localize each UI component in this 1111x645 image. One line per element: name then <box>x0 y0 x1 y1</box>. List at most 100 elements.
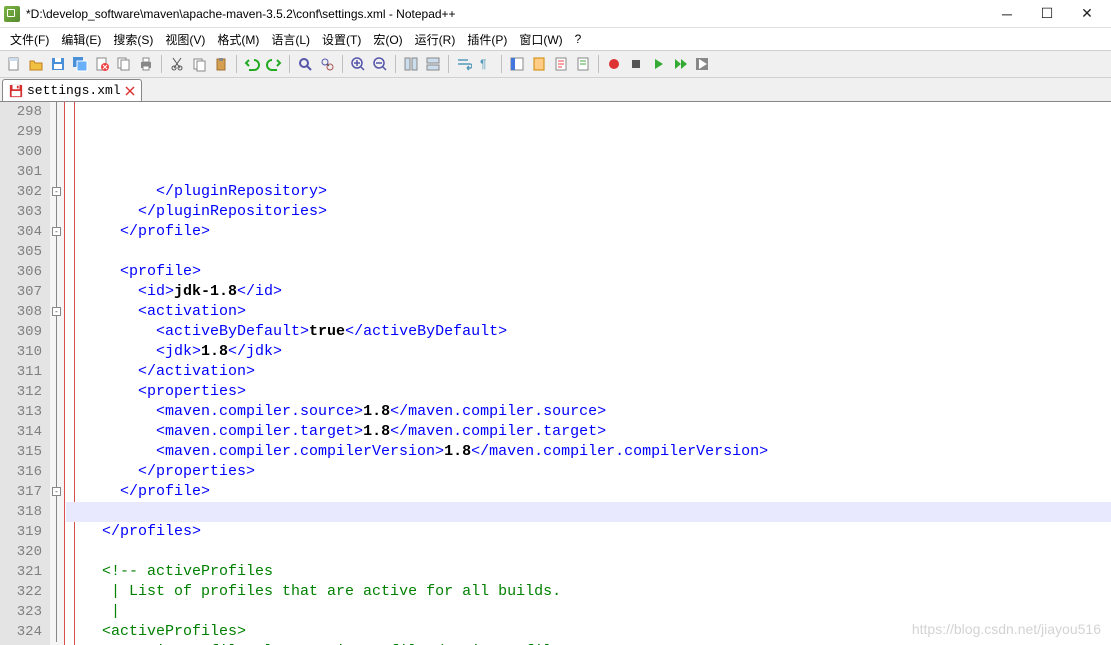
zoom-in-icon[interactable] <box>348 54 368 74</box>
line-number: 322 <box>0 582 42 602</box>
sync-v-icon[interactable] <box>401 54 421 74</box>
code-line[interactable]: </activation> <box>66 362 1111 382</box>
menu-?[interactable]: ? <box>569 30 588 48</box>
tab-close-icon[interactable] <box>125 86 135 96</box>
line-number: 314 <box>0 422 42 442</box>
menu-宏(O)[interactable]: 宏(O) <box>367 29 408 50</box>
window-title: *D:\develop_software\maven\apache-maven-… <box>26 7 987 21</box>
line-number: 319 <box>0 522 42 542</box>
code-line[interactable]: <profile> <box>66 262 1111 282</box>
code-line[interactable]: </profile> <box>66 482 1111 502</box>
line-number: 312 <box>0 382 42 402</box>
wordwrap-icon[interactable] <box>454 54 474 74</box>
code-line[interactable]: <id>jdk-1.8</id> <box>66 282 1111 302</box>
code-line[interactable]: </pluginRepositories> <box>66 202 1111 222</box>
save-all-icon[interactable] <box>70 54 90 74</box>
maximize-button[interactable]: ☐ <box>1027 0 1067 28</box>
code-area[interactable]: </pluginRepository> </pluginRepositories… <box>64 102 1111 645</box>
code-line[interactable] <box>66 242 1111 262</box>
save-macro-icon[interactable] <box>692 54 712 74</box>
menu-运行(R)[interactable]: 运行(R) <box>409 29 462 50</box>
find-icon[interactable] <box>295 54 315 74</box>
menu-语言(L)[interactable]: 语言(L) <box>265 29 316 50</box>
close-button[interactable]: ✕ <box>1067 0 1107 28</box>
fold-toggle-icon[interactable]: - <box>52 487 61 496</box>
code-line[interactable]: </properties> <box>66 462 1111 482</box>
line-number: 311 <box>0 362 42 382</box>
line-number: 318 <box>0 502 42 522</box>
window-controls: ─ ☐ ✕ <box>987 0 1107 28</box>
menu-编辑(E)[interactable]: 编辑(E) <box>55 29 107 50</box>
toolbar: ¶ <box>0 50 1111 78</box>
open-file-icon[interactable] <box>26 54 46 74</box>
separator <box>236 55 237 73</box>
indent-guide-icon[interactable] <box>507 54 527 74</box>
line-number: 320 <box>0 542 42 562</box>
sync-h-icon[interactable] <box>423 54 443 74</box>
line-number: 300 <box>0 142 42 162</box>
replace-icon[interactable] <box>317 54 337 74</box>
minimize-button[interactable]: ─ <box>987 0 1027 28</box>
editor[interactable]: 2982993003013023033043053063073083093103… <box>0 102 1111 645</box>
undo-icon[interactable] <box>242 54 262 74</box>
stop-macro-icon[interactable] <box>626 54 646 74</box>
code-line[interactable] <box>66 502 1111 522</box>
fold-toggle-icon[interactable]: - <box>52 307 61 316</box>
close-file-icon[interactable] <box>92 54 112 74</box>
new-file-icon[interactable] <box>4 54 24 74</box>
line-number: 323 <box>0 602 42 622</box>
function-list-icon[interactable] <box>551 54 571 74</box>
menu-设置(T)[interactable]: 设置(T) <box>316 29 367 50</box>
code-line[interactable]: <jdk>1.8</jdk> <box>66 342 1111 362</box>
record-macro-icon[interactable] <box>604 54 624 74</box>
menu-搜索(S)[interactable]: 搜索(S) <box>107 29 159 50</box>
code-line[interactable]: <maven.compiler.source>1.8</maven.compil… <box>66 402 1111 422</box>
line-number: 307 <box>0 282 42 302</box>
line-number: 315 <box>0 442 42 462</box>
line-number: 303 <box>0 202 42 222</box>
code-line[interactable]: </pluginRepository> <box>66 182 1111 202</box>
zoom-out-icon[interactable] <box>370 54 390 74</box>
code-line[interactable]: | List of profiles that are active for a… <box>66 582 1111 602</box>
line-number: 317 <box>0 482 42 502</box>
doc-map-icon[interactable] <box>529 54 549 74</box>
line-number: 316 <box>0 462 42 482</box>
line-number: 302 <box>0 182 42 202</box>
copy-icon[interactable] <box>189 54 209 74</box>
line-number: 306 <box>0 262 42 282</box>
menu-格式(M)[interactable]: 格式(M) <box>211 29 265 50</box>
fold-toggle-icon[interactable]: - <box>52 187 61 196</box>
code-line[interactable]: </profile> <box>66 222 1111 242</box>
code-line[interactable]: <!-- activeProfiles <box>66 562 1111 582</box>
watermark: https://blog.csdn.net/jiayou516 <box>912 621 1101 637</box>
save-icon[interactable] <box>48 54 68 74</box>
paste-icon[interactable] <box>211 54 231 74</box>
code-line[interactable]: <properties> <box>66 382 1111 402</box>
print-icon[interactable] <box>136 54 156 74</box>
fold-toggle-icon[interactable]: - <box>52 227 61 236</box>
menu-视图(V)[interactable]: 视图(V) <box>159 29 211 50</box>
code-line[interactable]: </profiles> <box>66 522 1111 542</box>
show-all-icon[interactable]: ¶ <box>476 54 496 74</box>
play-macro-icon[interactable] <box>648 54 668 74</box>
cut-icon[interactable] <box>167 54 187 74</box>
menu-窗口(W)[interactable]: 窗口(W) <box>513 29 568 50</box>
menu-文件(F)[interactable]: 文件(F) <box>4 29 55 50</box>
separator <box>161 55 162 73</box>
menu-插件(P)[interactable]: 插件(P) <box>461 29 513 50</box>
code-line[interactable]: <activeByDefault>true</activeByDefault> <box>66 322 1111 342</box>
line-number: 321 <box>0 562 42 582</box>
line-number: 310 <box>0 342 42 362</box>
play-multi-icon[interactable] <box>670 54 690 74</box>
code-line[interactable]: <maven.compiler.compilerVersion>1.8</mav… <box>66 442 1111 462</box>
code-line[interactable]: <activation> <box>66 302 1111 322</box>
code-line[interactable] <box>66 542 1111 562</box>
line-number: 301 <box>0 162 42 182</box>
close-all-icon[interactable] <box>114 54 134 74</box>
redo-icon[interactable] <box>264 54 284 74</box>
file-tab[interactable]: settings.xml <box>2 79 142 101</box>
code-line[interactable]: | <box>66 602 1111 622</box>
folder-panel-icon[interactable] <box>573 54 593 74</box>
line-number: 304 <box>0 222 42 242</box>
code-line[interactable]: <maven.compiler.target>1.8</maven.compil… <box>66 422 1111 442</box>
